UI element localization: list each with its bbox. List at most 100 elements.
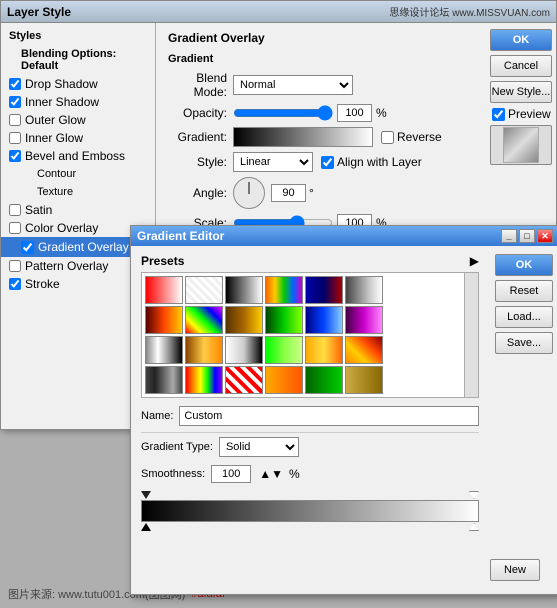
inner-glow-label: Inner Glow xyxy=(25,131,83,145)
satin-item[interactable]: Satin xyxy=(1,201,155,219)
gradient-bar[interactable] xyxy=(141,500,479,522)
ok-button[interactable]: OK xyxy=(490,29,552,51)
style-select[interactable]: Linear xyxy=(233,152,313,172)
opacity-slider[interactable] xyxy=(233,106,333,120)
minimize-button[interactable]: _ xyxy=(501,229,517,243)
preset-swatch-22[interactable] xyxy=(265,366,303,394)
texture-item[interactable]: Texture xyxy=(1,183,155,201)
new-button-area: New xyxy=(490,559,540,581)
stop-bottom-left[interactable] xyxy=(141,523,151,531)
preset-swatch-7[interactable] xyxy=(145,306,183,334)
preset-swatch-9[interactable] xyxy=(225,306,263,334)
preview-checkbox[interactable] xyxy=(492,108,505,121)
presets-arrow[interactable]: ▶ xyxy=(470,254,479,268)
preset-swatch-5[interactable] xyxy=(305,276,343,304)
contour-item[interactable]: Contour xyxy=(1,165,155,183)
blending-options-item[interactable]: Blending Options: Default xyxy=(1,45,155,75)
pattern-overlay-checkbox[interactable] xyxy=(9,260,21,272)
stop-top-left[interactable] xyxy=(141,491,151,499)
presets-grid xyxy=(145,276,475,394)
stop-bottom-right[interactable] xyxy=(469,523,479,531)
gradient-load-button[interactable]: Load... xyxy=(495,306,553,328)
bevel-emboss-checkbox[interactable] xyxy=(9,150,21,162)
smoothness-row: Smoothness: ▲▼ % xyxy=(141,465,479,483)
preset-swatch-12[interactable] xyxy=(345,306,383,334)
preview-row: Preview xyxy=(490,107,552,121)
angle-dial[interactable] xyxy=(233,177,265,209)
align-layer-checkbox[interactable] xyxy=(321,156,334,169)
angle-dial-indicator xyxy=(249,182,250,194)
color-overlay-checkbox[interactable] xyxy=(9,222,21,234)
preset-swatch-15[interactable] xyxy=(225,336,263,364)
angle-value[interactable] xyxy=(271,184,306,202)
restore-button[interactable]: □ xyxy=(519,229,535,243)
inner-shadow-checkbox[interactable] xyxy=(9,96,21,108)
name-row: Name: xyxy=(141,406,479,426)
close-button[interactable]: ✕ xyxy=(537,229,553,243)
gradient-new-button[interactable]: New xyxy=(490,559,540,581)
satin-label: Satin xyxy=(25,203,52,217)
smoothness-value[interactable] xyxy=(211,465,251,483)
inner-shadow-item[interactable]: Inner Shadow xyxy=(1,93,155,111)
gradient-overlay-checkbox[interactable] xyxy=(21,241,34,254)
styles-header[interactable]: Styles xyxy=(1,27,155,45)
preset-swatch-1[interactable] xyxy=(145,276,183,304)
preset-swatch-23[interactable] xyxy=(305,366,343,394)
drop-shadow-checkbox[interactable] xyxy=(9,78,21,90)
satin-checkbox[interactable] xyxy=(9,204,21,216)
preset-swatch-16[interactable] xyxy=(265,336,303,364)
presets-scrollbar[interactable] xyxy=(464,273,478,397)
name-label: Name: xyxy=(141,410,173,422)
gradient-editor-titlebar: Gradient Editor _ □ ✕ xyxy=(131,226,557,246)
preset-swatch-19[interactable] xyxy=(145,366,183,394)
preset-swatch-11[interactable] xyxy=(305,306,343,334)
gradient-ok-button[interactable]: OK xyxy=(495,254,553,276)
blend-mode-select[interactable]: Normal xyxy=(233,75,353,95)
stop-top-right[interactable] xyxy=(469,491,479,499)
opacity-value[interactable] xyxy=(337,104,372,122)
inner-shadow-label: Inner Shadow xyxy=(25,95,99,109)
preset-swatch-14[interactable] xyxy=(185,336,223,364)
preset-swatch-20[interactable] xyxy=(185,366,223,394)
bevel-emboss-item[interactable]: Bevel and Emboss xyxy=(1,147,155,165)
drop-shadow-item[interactable]: Drop Shadow xyxy=(1,75,155,93)
inner-glow-checkbox[interactable] xyxy=(9,132,21,144)
gradient-type-select[interactable]: Solid xyxy=(219,437,299,457)
smoothness-unit: % xyxy=(289,467,300,481)
smoothness-stepper[interactable]: ▲▼ xyxy=(259,467,283,481)
gradient-preview[interactable] xyxy=(233,127,373,147)
stroke-checkbox[interactable] xyxy=(9,278,21,290)
preset-swatch-3[interactable] xyxy=(225,276,263,304)
preset-swatch-8[interactable] xyxy=(185,306,223,334)
inner-glow-item[interactable]: Inner Glow xyxy=(1,129,155,147)
presets-grid-container xyxy=(141,272,479,398)
outer-glow-item[interactable]: Outer Glow xyxy=(1,111,155,129)
preset-swatch-18[interactable] xyxy=(345,336,383,364)
preset-swatch-4[interactable] xyxy=(265,276,303,304)
gradient-reset-button[interactable]: Reset xyxy=(495,280,553,302)
reverse-label: Reverse xyxy=(397,130,442,144)
preset-swatch-13[interactable] xyxy=(145,336,183,364)
pattern-overlay-label: Pattern Overlay xyxy=(25,259,108,273)
opacity-row: Opacity: % xyxy=(168,104,474,122)
gradient-overlay-label: Gradient Overlay xyxy=(38,240,129,254)
preset-swatch-6[interactable] xyxy=(345,276,383,304)
style-preview xyxy=(490,125,552,165)
gradient-bar-area xyxy=(141,491,479,531)
preset-swatch-21[interactable] xyxy=(225,366,263,394)
preset-swatch-2[interactable] xyxy=(185,276,223,304)
outer-glow-checkbox[interactable] xyxy=(9,114,21,126)
bevel-emboss-label: Bevel and Emboss xyxy=(25,149,125,163)
preset-swatch-17[interactable] xyxy=(305,336,343,364)
cancel-button[interactable]: Cancel xyxy=(490,55,552,77)
gradient-row: Gradient: Reverse xyxy=(168,127,474,147)
name-input[interactable] xyxy=(179,406,479,426)
align-layer-label: Align with Layer xyxy=(337,155,422,169)
preset-swatch-10[interactable] xyxy=(265,306,303,334)
new-style-button[interactable]: New Style... xyxy=(490,81,552,103)
gradient-label: Gradient: xyxy=(168,130,233,144)
gradient-save-button[interactable]: Save... xyxy=(495,332,553,354)
preset-swatch-24[interactable] xyxy=(345,366,383,394)
reverse-checkbox[interactable] xyxy=(381,131,394,144)
presets-label: Presets ▶ xyxy=(141,254,479,268)
